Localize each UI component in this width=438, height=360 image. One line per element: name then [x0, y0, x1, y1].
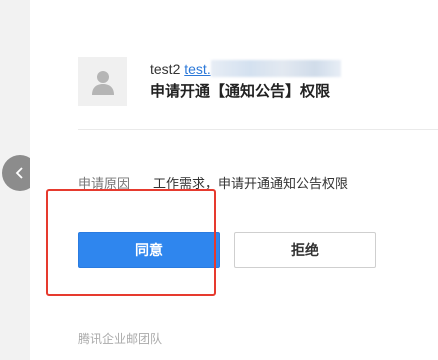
sender-line: test2 test. — [150, 60, 341, 77]
divider — [78, 129, 438, 130]
person-icon — [91, 70, 114, 95]
redacted-email-area — [210, 60, 341, 77]
footer-signature: 腾讯企业邮团队 — [78, 332, 163, 346]
reason-value: 工作需求，申请开通通知公告权限 — [153, 176, 349, 191]
reason-label: 申请原因 — [78, 176, 131, 191]
sender-name: test2 — [150, 61, 181, 77]
avatar — [78, 57, 127, 106]
approve-button[interactable]: 同意 — [78, 232, 220, 268]
chevron-left-icon — [15, 167, 23, 179]
request-title: 申请开通【通知公告】权限 — [150, 83, 331, 100]
reject-button[interactable]: 拒绝 — [234, 232, 376, 268]
request-card: test2 test. 申请开通【通知公告】权限 申请原因 工作需求，申请开通通… — [30, 0, 438, 360]
sender-email-link[interactable]: test. — [184, 60, 341, 77]
